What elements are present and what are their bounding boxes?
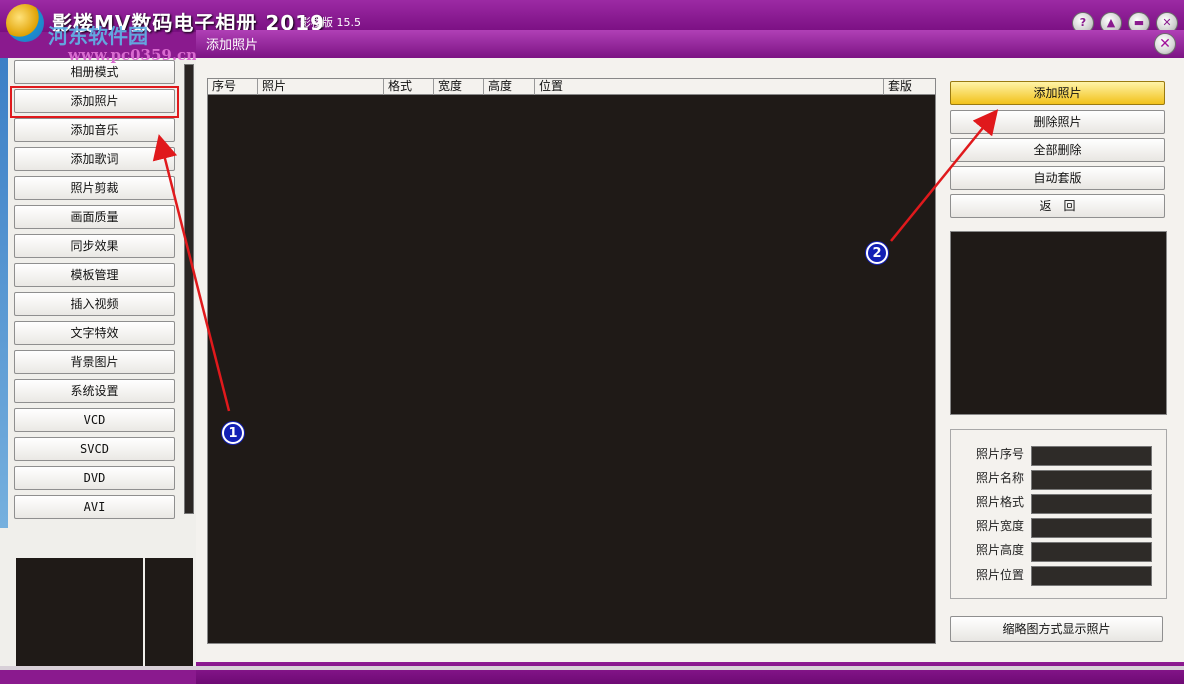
arrow-2 [890,109,999,242]
arrow-1 [152,134,231,412]
annotation-arrows [152,109,999,412]
marker-2: 2 [866,242,888,264]
marker-1: 1 [222,422,244,444]
